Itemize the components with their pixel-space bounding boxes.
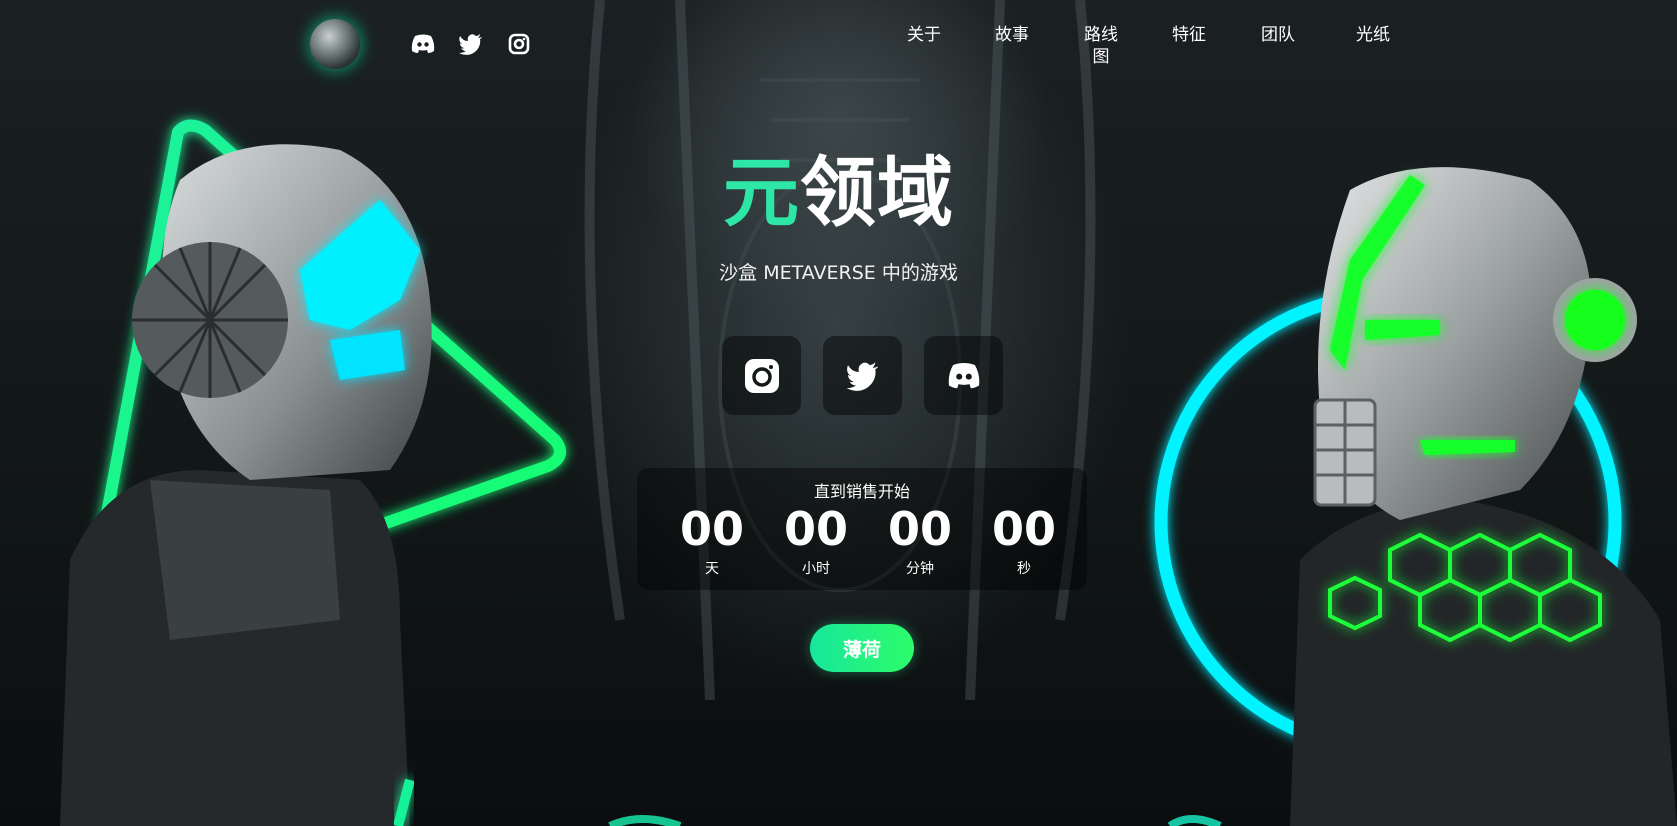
bottom-glow-arcs xyxy=(608,815,1222,826)
